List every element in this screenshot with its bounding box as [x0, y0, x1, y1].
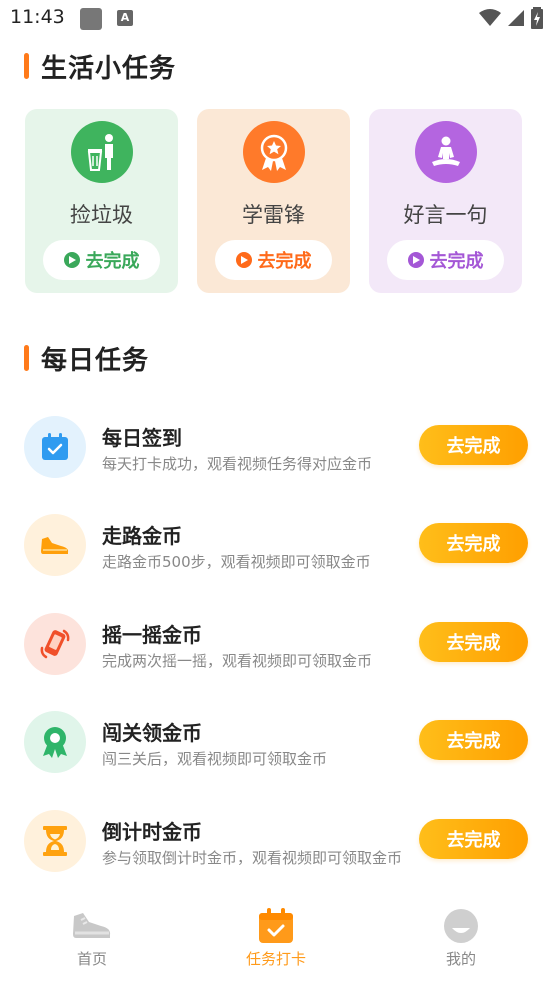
calendar-check-icon	[24, 416, 86, 478]
task-title: 闯关领金币	[102, 721, 202, 745]
task-row-shake: 摇一摇金币 完成两次摇一摇，观看视频即可领取金币 去完成	[24, 613, 534, 677]
card-button-label: 去完成	[85, 251, 140, 272]
calendar-check-icon	[259, 908, 293, 943]
task-description: 完成两次摇一摇，观看视频即可领取金币	[102, 652, 373, 670]
task-complete-button[interactable]: 去完成	[419, 425, 528, 465]
play-icon	[407, 252, 424, 268]
card-button-label: 去完成	[429, 251, 484, 272]
task-complete-button[interactable]: 去完成	[419, 523, 528, 563]
shake-phone-icon	[24, 613, 86, 675]
daily-section-title: 每日任务	[24, 342, 150, 376]
play-icon	[235, 252, 252, 268]
battery-icon	[531, 7, 543, 29]
play-icon	[63, 252, 80, 268]
life-card-kind-word[interactable]: 好言一句 去完成	[369, 109, 522, 293]
task-description: 每天打卡成功，观看视频任务得对应金币	[102, 455, 373, 473]
task-description: 参与领取倒计时金币，观看视频即可领取金币	[102, 849, 403, 867]
card-name: 学雷锋	[242, 203, 305, 227]
sneaker-icon	[73, 913, 111, 938]
shoe-icon	[24, 514, 86, 576]
card-name: 好言一句	[403, 203, 488, 227]
signal-icon	[508, 10, 524, 26]
wifi-icon	[479, 9, 501, 26]
task-row-levels: 闯关领金币 闯三关后，观看视频即可领取金币 去完成	[24, 711, 534, 775]
life-card-leifeng[interactable]: 学雷锋 去完成	[197, 109, 350, 293]
meditation-icon	[415, 121, 477, 183]
app-badge-icon: A	[117, 10, 133, 26]
medal-icon	[243, 121, 305, 183]
task-complete-button[interactable]: 去完成	[419, 720, 528, 760]
nav-label: 首页	[76, 950, 107, 968]
task-title: 每日签到	[102, 426, 182, 450]
nav-tasks[interactable]: 任务打卡	[206, 908, 346, 969]
nav-home[interactable]: 首页	[22, 908, 162, 969]
nav-profile[interactable]: 我的	[391, 908, 531, 969]
task-complete-button[interactable]: 去完成	[419, 819, 528, 859]
badge-icon	[24, 711, 86, 773]
card-complete-button[interactable]: 去完成	[215, 240, 332, 280]
title-accent-bar	[24, 53, 29, 79]
task-title: 摇一摇金币	[102, 623, 202, 647]
task-row-signin: 每日签到 每天打卡成功，观看视频任务得对应金币 去完成	[24, 416, 534, 480]
status-time: 11:43	[10, 6, 65, 28]
notification-icon	[80, 8, 102, 30]
nav-label: 我的	[445, 950, 476, 968]
hourglass-icon	[24, 810, 86, 872]
card-name: 捡垃圾	[70, 203, 133, 227]
task-row-walk: 走路金币 走路金币500步，观看视频即可领取金币 去完成	[24, 514, 534, 578]
nav-label: 任务打卡	[245, 950, 306, 968]
system-icons	[479, 6, 543, 30]
trash-person-icon	[71, 121, 133, 183]
task-title: 倒计时金币	[102, 820, 202, 844]
status-bar: 11:43 A	[0, 0, 553, 38]
task-description: 闯三关后，观看视频即可领取金币	[102, 750, 328, 768]
card-complete-button[interactable]: 去完成	[43, 240, 160, 280]
task-complete-button[interactable]: 去完成	[419, 622, 528, 662]
task-description: 走路金币500步，观看视频即可领取金币	[102, 553, 371, 571]
profile-icon	[444, 909, 478, 943]
daily-section-label: 每日任务	[41, 345, 150, 376]
life-card-trash[interactable]: 捡垃圾 去完成	[25, 109, 178, 293]
task-title: 走路金币	[102, 524, 182, 548]
title-accent-bar	[24, 345, 29, 371]
card-button-label: 去完成	[257, 251, 312, 272]
card-complete-button[interactable]: 去完成	[387, 240, 504, 280]
task-row-countdown: 倒计时金币 参与领取倒计时金币，观看视频即可领取金币 去完成	[24, 810, 534, 874]
life-section-label: 生活小任务	[41, 53, 177, 84]
bottom-nav: 首页 任务打卡 我的	[0, 900, 553, 984]
life-section-title: 生活小任务	[24, 50, 177, 84]
